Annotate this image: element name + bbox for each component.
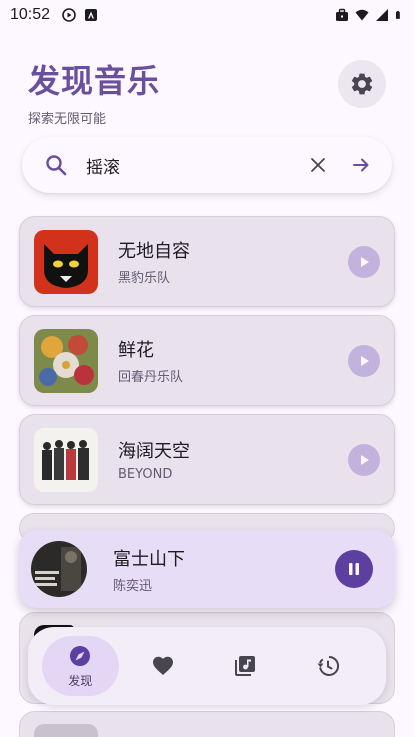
library-music-icon [235, 656, 256, 676]
play-button[interactable] [348, 344, 380, 377]
album-cover [34, 328, 98, 393]
gear-icon [351, 73, 373, 95]
nav-favorites[interactable] [125, 636, 202, 696]
wifi-icon [355, 9, 369, 21]
work-profile-icon [336, 8, 348, 21]
now-playing-title: 富士山下 [113, 548, 185, 570]
pause-icon [349, 563, 359, 575]
nav-discover[interactable]: 发现 [42, 636, 119, 696]
play-icon [361, 355, 369, 366]
search-icon [46, 155, 67, 176]
play-icon [361, 454, 369, 465]
play-button[interactable] [348, 443, 380, 476]
bottom-navigation: 发现 [28, 627, 386, 705]
song-artist: 回春丹乐队 [118, 370, 184, 385]
status-time: 10:52 [10, 6, 51, 23]
arrow-forward-icon [353, 158, 369, 172]
nav-history[interactable] [290, 636, 367, 696]
page-title: 发现音乐 [28, 62, 161, 100]
battery-icon [395, 11, 400, 19]
settings-button[interactable] [338, 60, 386, 108]
song-artist: 黑豹乐队 [118, 271, 171, 286]
page-header: 发现音乐 探索无限可能 [28, 56, 160, 127]
song-card-partial[interactable] [19, 711, 395, 737]
now-playing-artist: 陈奕迅 [113, 578, 153, 594]
song-title: 无地自容 [118, 241, 190, 262]
search-submit-button[interactable] [344, 148, 378, 182]
song-card[interactable]: 鲜花 回春丹乐队 [19, 315, 395, 406]
media-play-icon [62, 8, 76, 22]
nav-discover-label: 发现 [68, 673, 93, 688]
search-bar [22, 137, 392, 193]
play-button[interactable] [348, 245, 380, 278]
nav-library[interactable] [207, 636, 284, 696]
status-bar: 10:52 [0, 0, 414, 30]
song-title: 海阔天空 [118, 441, 190, 462]
clear-search-button[interactable] [302, 149, 334, 181]
album-cover [34, 724, 98, 737]
app-notification-icon [85, 9, 98, 21]
close-icon [311, 158, 325, 172]
heart-icon [152, 656, 173, 675]
now-playing-bar[interactable]: 富士山下 陈奕迅 [19, 530, 395, 608]
song-artist: BEYOND [118, 467, 173, 482]
signal-icon [376, 9, 388, 21]
pause-button[interactable] [335, 550, 373, 588]
song-card[interactable]: 海阔天空 BEYOND [19, 414, 395, 505]
history-icon [317, 655, 339, 676]
search-input[interactable] [86, 155, 276, 175]
play-icon [361, 256, 369, 267]
album-cover [34, 229, 98, 294]
song-title: 鲜花 [118, 340, 154, 361]
now-playing-cover [31, 541, 87, 597]
album-cover [34, 427, 98, 492]
page-subtitle: 探索无限可能 [28, 112, 107, 127]
compass-icon [70, 645, 91, 666]
song-card[interactable]: 无地自容 黑豹乐队 [19, 216, 395, 307]
